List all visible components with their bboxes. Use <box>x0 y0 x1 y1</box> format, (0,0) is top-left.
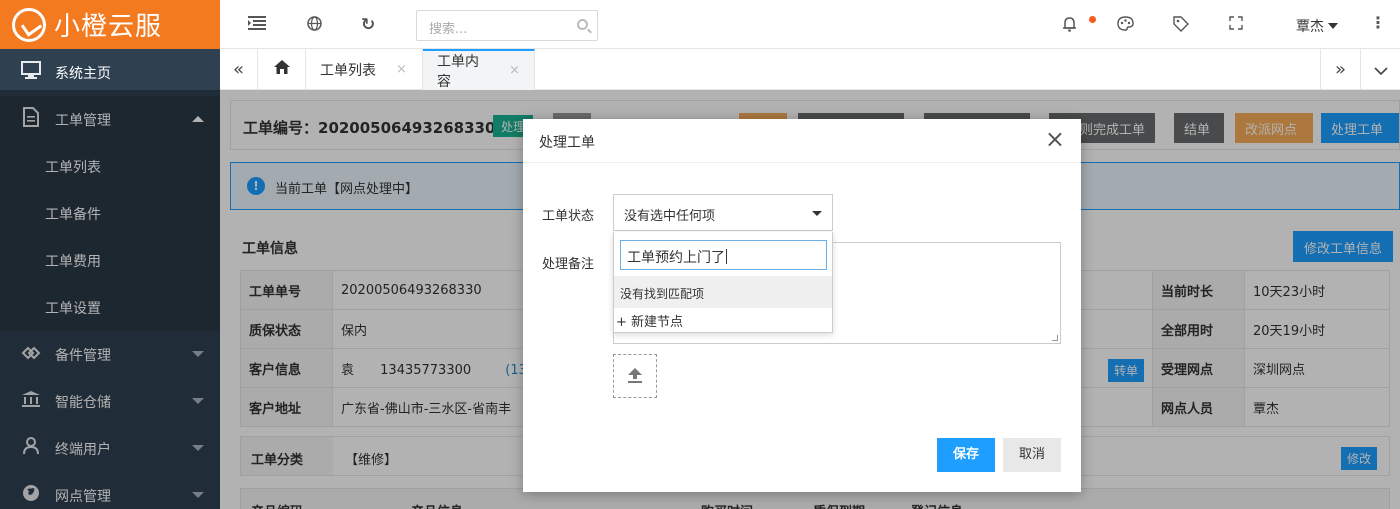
status-select[interactable]: 没有选中任何项 <box>613 194 833 231</box>
user-name: 覃杰 <box>1296 19 1324 35</box>
dialog-title: 处理工单 <box>539 135 595 151</box>
text-cursor <box>726 249 727 264</box>
new-node-item[interactable]: + 新建节点 <box>614 309 832 331</box>
tab-label: 工单列表 <box>320 62 376 79</box>
monitor-icon <box>20 61 42 84</box>
search-input[interactable]: 搜索... <box>416 10 598 41</box>
status-dropdown: 工单预约上门了 没有找到匹配项 + 新建节点 <box>613 232 833 333</box>
logo-text: 小橙云服 <box>54 12 163 42</box>
logo[interactable]: 小橙云服 <box>0 0 220 49</box>
save-button[interactable]: 保存 <box>937 438 995 472</box>
top-bar: ↻ 搜索... 覃杰 ⋮ <box>220 0 1400 49</box>
logo-icon <box>12 7 46 42</box>
palette-icon[interactable] <box>1117 16 1134 35</box>
cancel-button[interactable]: 取消 <box>1003 438 1061 472</box>
remark-label: 处理备注 <box>542 257 595 272</box>
dropdown-search-input[interactable]: 工单预约上门了 <box>620 240 827 270</box>
globe-icon[interactable] <box>307 16 322 35</box>
scroll-right-button[interactable]: » <box>1320 49 1360 90</box>
process-ticket-dialog: 处理工单 × 工单状态 没有选中任何项 处理备注 工单预约上门了 没有找到匹配项… <box>523 119 1081 492</box>
dialog-header: 处理工单 × <box>523 119 1081 163</box>
user-menu[interactable]: 覃杰 <box>1296 16 1338 36</box>
tab-label: 工单内容 <box>437 53 479 90</box>
menu-icon[interactable] <box>248 16 266 34</box>
tag-icon[interactable] <box>1173 16 1189 36</box>
search-icon[interactable] <box>577 19 588 30</box>
tab-ticket-list[interactable]: 工单列表 × <box>306 49 423 90</box>
no-match-item: 没有找到匹配项 <box>614 276 832 308</box>
scroll-left-button[interactable]: « <box>220 49 258 90</box>
double-chevron-left-icon: « <box>232 59 244 80</box>
search-placeholder: 搜索... <box>429 22 468 37</box>
chevron-down-icon <box>1373 59 1388 80</box>
caret-down-icon <box>812 211 822 216</box>
home-tab[interactable] <box>258 49 306 90</box>
select-value: 没有选中任何项 <box>624 209 716 224</box>
close-icon[interactable]: × <box>1045 127 1065 151</box>
home-icon <box>273 59 291 80</box>
double-chevron-right-icon: » <box>1334 59 1346 80</box>
caret-down-icon <box>1328 23 1338 29</box>
upload-button[interactable] <box>613 354 657 398</box>
status-label: 工单状态 <box>542 209 595 224</box>
sidebar-item-home[interactable]: 系统主页 <box>0 49 220 96</box>
notification-dot <box>1089 16 1096 23</box>
dropdown-search-value: 工单预约上门了 <box>627 250 725 266</box>
refresh-icon[interactable]: ↻ <box>361 15 375 35</box>
close-icon[interactable]: × <box>509 63 520 78</box>
tab-ticket-content[interactable]: 工单内容 × <box>423 49 535 90</box>
fullscreen-icon[interactable] <box>1229 16 1243 34</box>
resize-handle[interactable] <box>1052 335 1058 341</box>
more-icon[interactable]: ⋮ <box>1370 13 1386 32</box>
bell-icon[interactable] <box>1062 16 1077 36</box>
close-icon[interactable]: × <box>396 62 407 77</box>
sidebar-item-label: 系统主页 <box>55 65 111 82</box>
tabs-bar: « 工单列表 × 工单内容 × » <box>220 49 1400 90</box>
tabs-menu-button[interactable] <box>1360 49 1400 90</box>
